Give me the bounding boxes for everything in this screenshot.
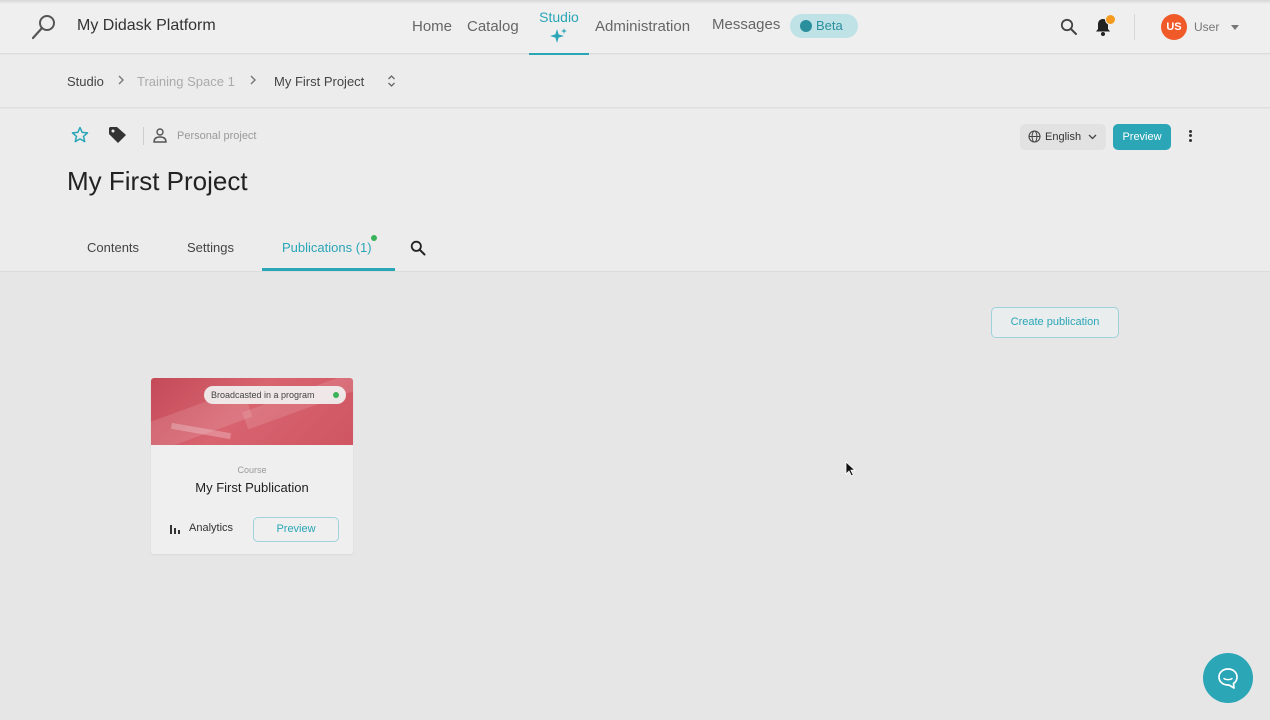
- avatar[interactable]: US: [1161, 14, 1187, 40]
- page-title: My First Project: [67, 166, 248, 196]
- top-navbar: My Didask Platform Home Catalog Studio A…: [0, 0, 1270, 56]
- chat-bubble-icon: [1218, 668, 1238, 689]
- search-icon[interactable]: [410, 240, 426, 256]
- project-header: Personal project English Preview My Firs…: [0, 109, 1270, 272]
- nav-administration[interactable]: Administration: [595, 18, 690, 35]
- publication-title: My First Publication: [195, 480, 309, 495]
- user-name[interactable]: User: [1194, 20, 1219, 34]
- status-dot: [371, 235, 377, 241]
- chevron-right-icon: [118, 75, 124, 85]
- publication-type: Course: [237, 465, 267, 475]
- chat-support-button[interactable]: [1203, 653, 1253, 703]
- nav-messages[interactable]: Messages: [712, 16, 780, 33]
- create-publication-button[interactable]: Create publication: [991, 307, 1119, 338]
- nav-studio[interactable]: Studio: [529, 0, 589, 56]
- mouse-cursor-icon: [845, 461, 856, 477]
- app-title[interactable]: My Didask Platform: [77, 17, 216, 35]
- chevron-down-icon: [1088, 134, 1097, 140]
- status-dot: [333, 392, 339, 398]
- tab-publications[interactable]: Publications (1): [282, 240, 372, 255]
- person-icon: [153, 128, 167, 143]
- cover-image: Broadcasted in a program: [151, 378, 353, 445]
- beta-label: Beta: [816, 18, 843, 33]
- sparkle-icon: [550, 28, 567, 43]
- breadcrumb-studio[interactable]: Studio: [67, 74, 104, 89]
- status-badge-label: Broadcasted in a program: [211, 390, 315, 400]
- analytics-label: Analytics: [189, 522, 234, 534]
- analytics-button[interactable]: Analytics: [169, 522, 233, 534]
- ownership-label: Personal project: [177, 130, 257, 142]
- bar-chart-icon: [170, 525, 180, 534]
- globe-icon: [1028, 130, 1041, 143]
- breadcrumb: Studio Training Space 1 My First Project: [0, 55, 1270, 108]
- language-selector[interactable]: English: [1020, 124, 1106, 150]
- search-icon[interactable]: [1060, 18, 1078, 36]
- nav-studio-label: Studio: [539, 9, 579, 25]
- switch-updown-icon[interactable]: [387, 74, 396, 88]
- more-options-icon[interactable]: [1183, 128, 1197, 146]
- star-icon[interactable]: [71, 126, 89, 144]
- status-badge: Broadcasted in a program: [204, 386, 346, 404]
- logo-search-icon[interactable]: [30, 13, 58, 41]
- caret-down-icon[interactable]: [1231, 25, 1239, 30]
- chevron-right-icon: [250, 75, 256, 85]
- preview-button[interactable]: Preview: [1113, 124, 1171, 150]
- tab-contents[interactable]: Contents: [87, 240, 139, 255]
- preview-button[interactable]: Preview: [253, 517, 339, 542]
- divider: [143, 127, 144, 145]
- nav-catalog[interactable]: Catalog: [467, 18, 519, 35]
- breadcrumb-project[interactable]: My First Project: [274, 74, 364, 89]
- nav-home[interactable]: Home: [412, 18, 452, 35]
- tag-icon[interactable]: [108, 126, 128, 144]
- divider: [1134, 14, 1135, 40]
- publication-card[interactable]: Broadcasted in a program Course My First…: [151, 378, 353, 554]
- language-label: English: [1045, 131, 1082, 143]
- active-tab-indicator: [262, 268, 395, 271]
- notification-dot: [1105, 14, 1116, 25]
- breadcrumb-training-space[interactable]: Training Space 1: [137, 74, 235, 89]
- beta-badge: Beta: [790, 14, 858, 38]
- tab-settings[interactable]: Settings: [187, 240, 234, 255]
- beta-dot-icon: [800, 20, 812, 32]
